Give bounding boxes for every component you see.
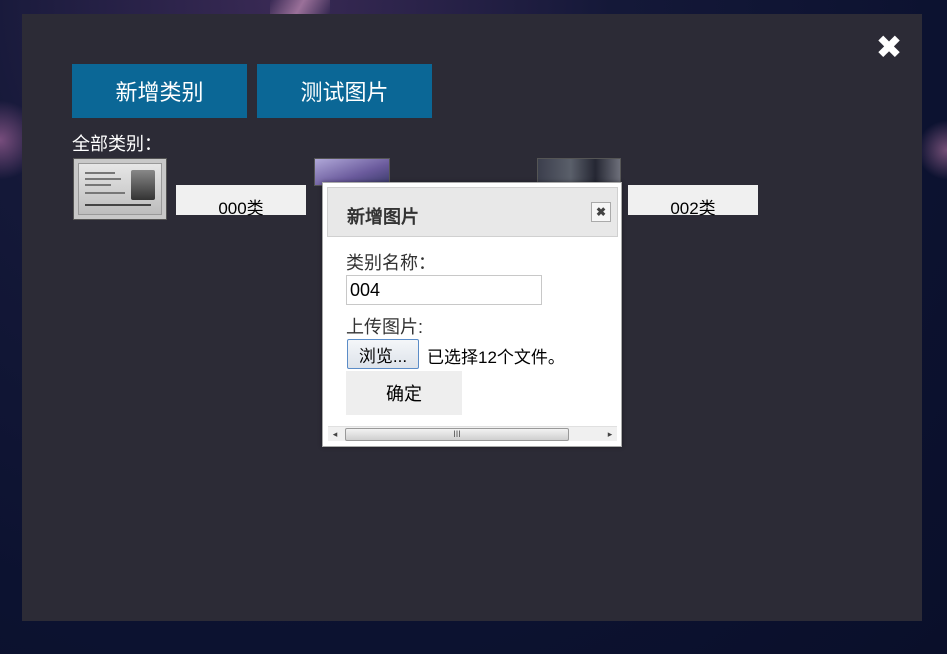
horizontal-scrollbar[interactable]: ◂ III ▸ [328, 426, 617, 441]
category-name-input[interactable] [346, 275, 542, 305]
scrollbar-thumb[interactable]: III [345, 428, 569, 441]
file-status-text: 已选择12个文件。 [427, 348, 565, 367]
close-icon[interactable]: ✖ [874, 31, 904, 63]
id-card-image [78, 163, 162, 215]
dialog-title: 新增图片 [347, 207, 419, 227]
scroll-left-icon[interactable]: ◂ [328, 427, 342, 441]
category-label-000[interactable]: 000类 [176, 185, 306, 218]
scroll-right-icon[interactable]: ▸ [603, 427, 617, 441]
add-image-dialog: 新增图片 ✖ 类别名称： 上传图片: 浏览... 已选择12个文件。 确定 ◂ … [322, 182, 622, 447]
test-image-button[interactable]: 测试图片 [257, 64, 432, 118]
upload-image-label: 上传图片: [346, 317, 424, 337]
scrollbar-grip: III [453, 429, 461, 439]
categories-heading: 全部类别： [72, 134, 162, 154]
background-streak [270, 0, 330, 14]
category-label-text: 002类 [670, 199, 716, 218]
add-category-button[interactable]: 新增类别 [72, 64, 247, 118]
confirm-button[interactable]: 确定 [346, 371, 462, 415]
dialog-header[interactable]: 新增图片 ✖ [327, 187, 618, 237]
browse-button[interactable]: 浏览... [347, 339, 419, 369]
category-label-002[interactable]: 002类 [628, 185, 758, 218]
dialog-close-icon[interactable]: ✖ [591, 202, 611, 222]
category-name-label: 类别名称： [346, 253, 436, 273]
category-label-text: 000类 [218, 199, 264, 218]
category-thumbnail-000[interactable] [73, 158, 167, 220]
